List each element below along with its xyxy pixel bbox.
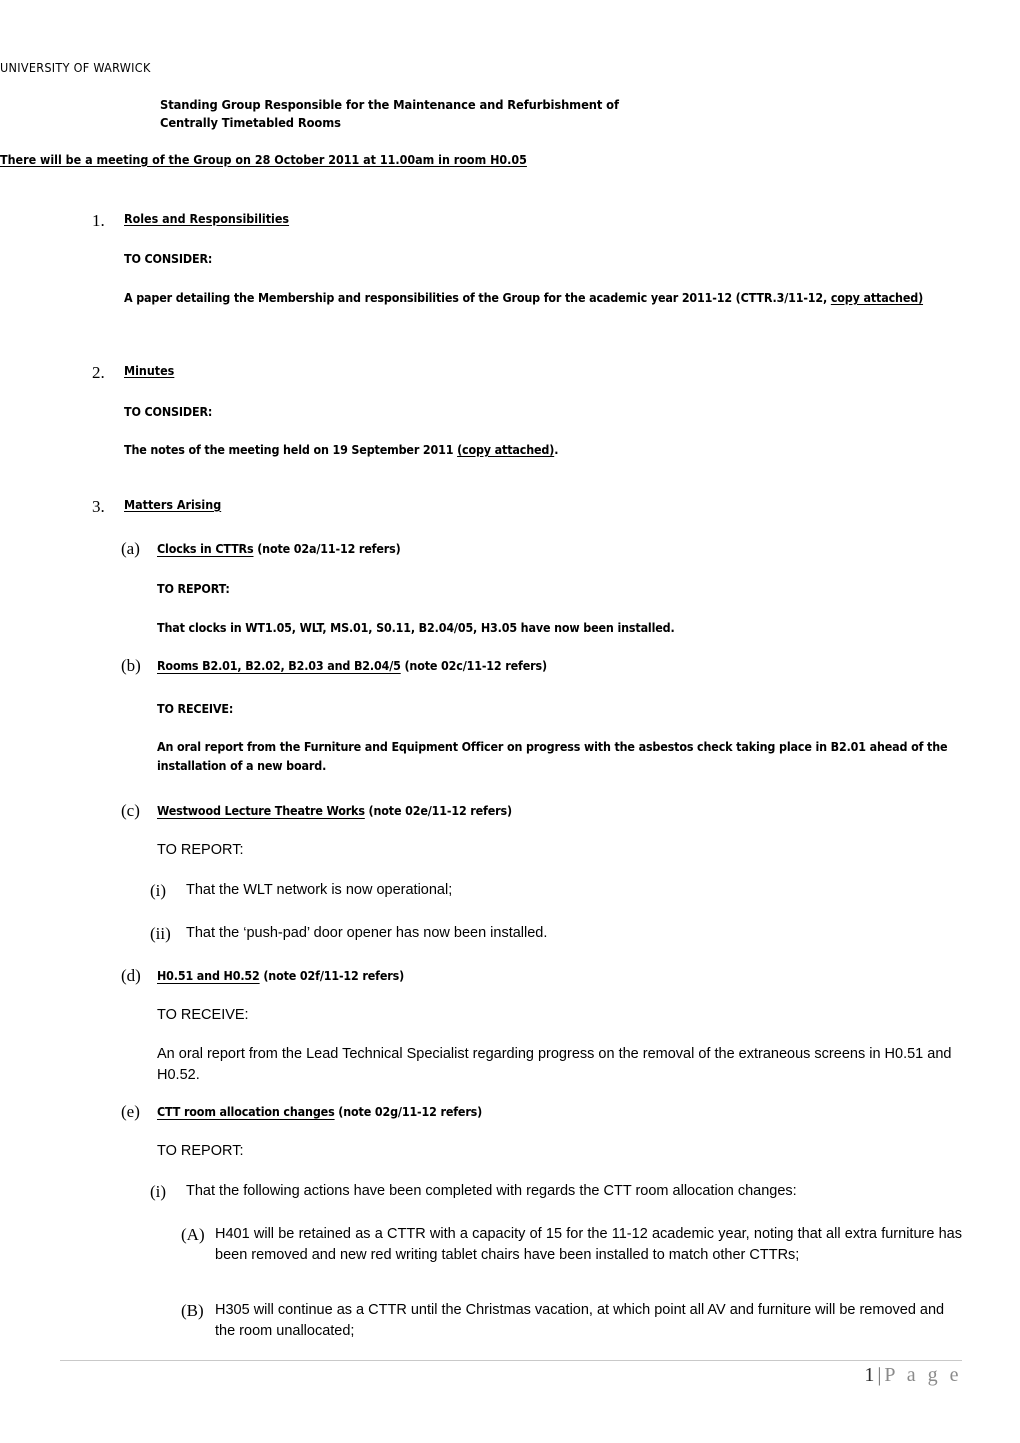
agenda-item-3d-marker: (d) xyxy=(121,966,141,985)
footer-page-indicator: 1 | P a g e xyxy=(864,1364,962,1387)
agenda-item-2: 2. Minutes xyxy=(92,363,960,382)
agenda-item-3d-action: TO RECEIVE: xyxy=(157,1007,249,1023)
document-page: UNIVERSITY OF WARWICK Standing Group Res… xyxy=(0,0,1020,1443)
agenda-item-3e-point-A-text: H401 will be retained as a CTTR with a c… xyxy=(215,1226,962,1263)
agenda-item-3a-heading: Clocks in CTTRs (note 02a/11-12 refers) xyxy=(157,541,401,556)
agenda-item-2-body: The notes of the meeting held on 19 Sept… xyxy=(124,442,559,457)
agenda-item-3-number: 3. xyxy=(92,497,105,516)
agenda-item-1-body: A paper detailing the Membership and res… xyxy=(124,290,924,305)
agenda-item-3e-marker: (e) xyxy=(121,1102,140,1121)
agenda-item-3c-point-1-marker: (i) xyxy=(150,881,167,900)
agenda-item-3c-action: TO REPORT: xyxy=(157,842,244,858)
agenda-item-1-action: TO CONSIDER: xyxy=(124,251,213,266)
footer-page-number: 1 xyxy=(864,1364,875,1386)
agenda-item-1-number: 1. xyxy=(92,211,105,230)
agenda-item-3e-action: TO REPORT: xyxy=(157,1143,244,1159)
agenda-item-3e: (e) CTT room allocation changes (note 02… xyxy=(121,1103,962,1120)
agenda-item-3a: (a) Clocks in CTTRs (note 02a/11-12 refe… xyxy=(121,540,962,557)
meeting-notice-text: There will be a meeting of the Group on … xyxy=(0,152,527,167)
agenda-item-3e-point-B: (B) H305 will continue as a CTTR until t… xyxy=(181,1300,962,1342)
agenda-item-3c-heading: Westwood Lecture Theatre Works (note 02e… xyxy=(157,803,512,818)
agenda-item-3c-marker: (c) xyxy=(121,801,140,820)
agenda-item-3d-body: An oral report from the Lead Technical S… xyxy=(157,1046,952,1083)
agenda-item-3b: (b) Rooms B2.01, B2.02, B2.03 and B2.04/… xyxy=(121,657,962,674)
agenda-item-3c-point-1-text: That the WLT network is now operational; xyxy=(186,882,453,898)
footer-separator: | xyxy=(877,1364,882,1386)
meeting-notice: There will be a meeting of the Group on … xyxy=(0,152,1020,167)
agenda-item-3d: (d) H0.51 and H0.52 (note 02f/11-12 refe… xyxy=(121,967,962,984)
agenda-item-3d-heading: H0.51 and H0.52 (note 02f/11-12 refers) xyxy=(157,968,405,983)
agenda-item-3e-point-1-marker: (i) xyxy=(150,1182,167,1201)
agenda-item-3e-heading: CTT room allocation changes (note 02g/11… xyxy=(157,1104,483,1119)
document-title-line-2: Centrally Timetabled Rooms xyxy=(160,116,341,131)
agenda-item-3b-action: TO RECEIVE: xyxy=(157,701,234,716)
agenda-item-3e-point-B-text: H305 will continue as a CTTR until the C… xyxy=(215,1302,945,1339)
document-title: Standing Group Responsible for the Maint… xyxy=(160,97,860,133)
agenda-item-3e-point-1-text: That the following actions have been com… xyxy=(186,1183,797,1199)
agenda-item-3-heading: Matters Arising xyxy=(124,497,222,512)
agenda-item-1: 1. Roles and Responsibilities xyxy=(92,211,960,230)
footer-divider xyxy=(60,1360,962,1361)
agenda-item-3e-point-1: (i) That the following actions have been… xyxy=(150,1181,962,1202)
document-title-line-1: Standing Group Responsible for the Maint… xyxy=(160,98,619,113)
agenda-item-2-action: TO CONSIDER: xyxy=(124,404,213,419)
agenda-item-3a-body: That clocks in WT1.05, WLT, MS.01, S0.11… xyxy=(157,620,675,635)
agenda-item-3e-point-A-marker: (A) xyxy=(181,1225,205,1244)
agenda-item-3e-point-B-marker: (B) xyxy=(181,1301,204,1320)
agenda-item-3c-point-2: (ii) That the ‘push-pad’ door opener has… xyxy=(150,923,962,944)
agenda-item-3b-heading: Rooms B2.01, B2.02, B2.03 and B2.04/5 (n… xyxy=(157,658,547,673)
agenda-item-3c-point-1: (i) That the WLT network is now operatio… xyxy=(150,880,962,901)
agenda-item-3c-point-2-marker: (ii) xyxy=(150,924,171,943)
footer-page-word: P a g e xyxy=(884,1364,962,1386)
agenda-item-1-heading: Roles and Responsibilities xyxy=(124,211,290,226)
agenda-item-3a-marker: (a) xyxy=(121,539,140,558)
agenda-item-3: 3. Matters Arising xyxy=(92,497,960,516)
agenda-item-3c-point-2-text: That the ‘push-pad’ door opener has now … xyxy=(186,925,548,941)
agenda-item-2-heading: Minutes xyxy=(124,363,175,378)
agenda-item-3c: (c) Westwood Lecture Theatre Works (note… xyxy=(121,802,962,819)
agenda-item-3b-marker: (b) xyxy=(121,656,141,675)
agenda-item-3a-action: TO REPORT: xyxy=(157,581,230,596)
organisation-name: UNIVERSITY OF WARWICK xyxy=(0,60,151,75)
agenda-item-3b-body: An oral report from the Furniture and Eq… xyxy=(157,739,948,773)
agenda-item-2-number: 2. xyxy=(92,363,105,382)
agenda-item-3e-point-A: (A) H401 will be retained as a CTTR with… xyxy=(181,1224,962,1266)
